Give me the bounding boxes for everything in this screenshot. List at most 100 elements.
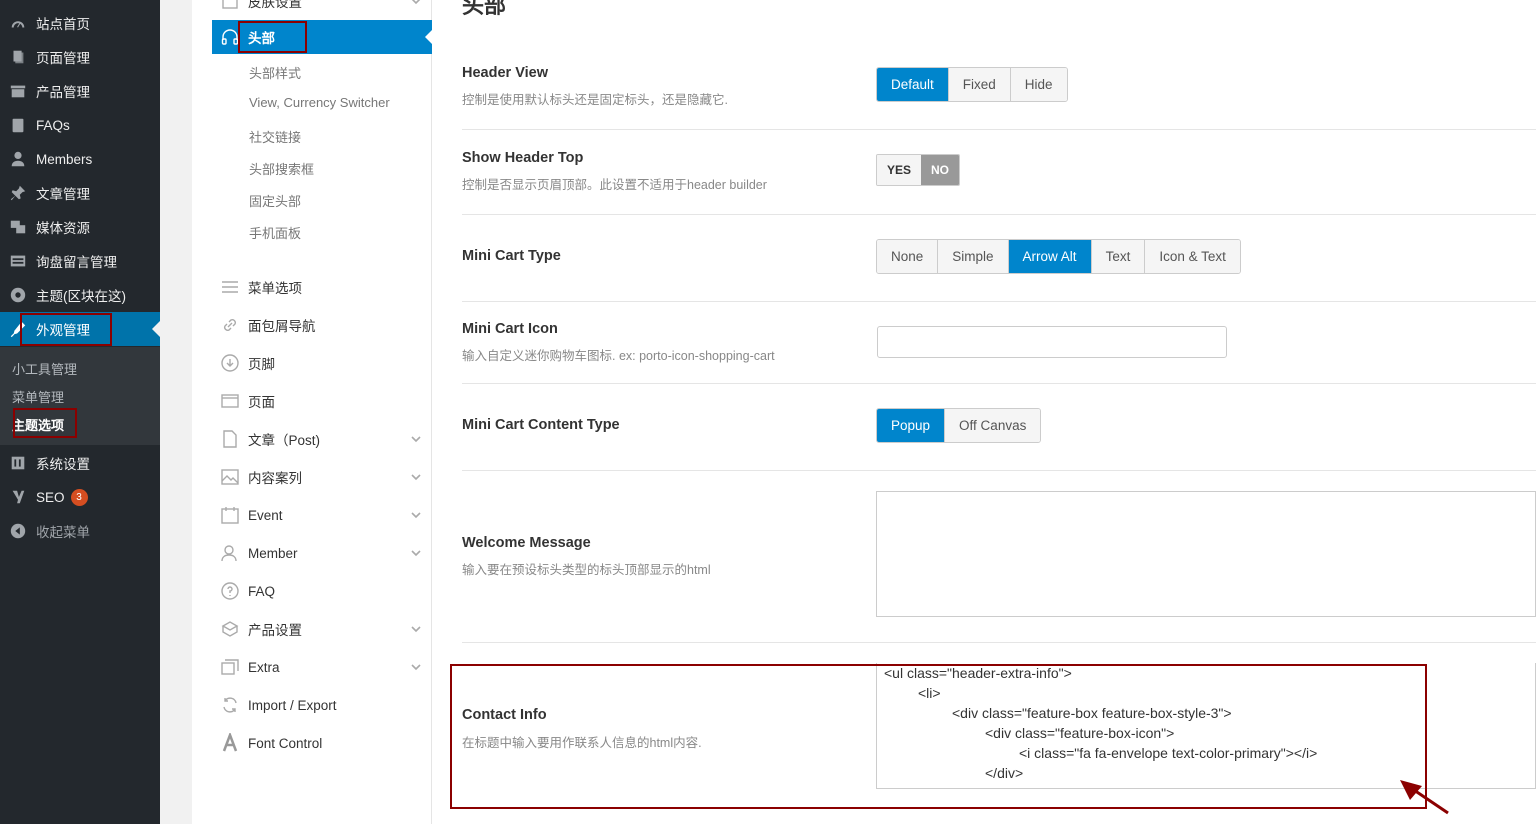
- wp-menu-settings[interactable]: 系统设置: [0, 446, 160, 480]
- wp-submenu-menus[interactable]: 菜单管理: [12, 387, 64, 406]
- wp-menu-label: 媒体资源: [36, 221, 90, 236]
- nav-post[interactable]: 文章（Post): [212, 422, 432, 456]
- nav-label: 页脚: [248, 357, 275, 372]
- toggle-no[interactable]: NO: [921, 155, 960, 185]
- seo-icon: [0, 488, 36, 506]
- wp-menu-pages[interactable]: 页面管理: [0, 40, 160, 74]
- wp-menu-theme[interactable]: 主题(区块在这): [0, 278, 160, 312]
- nav-extra[interactable]: Extra: [212, 650, 432, 684]
- faq-book-icon: [0, 116, 36, 134]
- nav-sub-sticky-header[interactable]: 固定头部: [249, 191, 301, 210]
- wp-menu-label: 收起菜单: [36, 525, 90, 540]
- header-view-default-button[interactable]: Default: [877, 68, 949, 101]
- chevron-down-icon: [410, 509, 422, 524]
- option-title: Mini Cart Content Type: [462, 417, 620, 433]
- option-mini-cart-icon: Mini Cart Icon 输入自定义迷你购物车图标. ex: porto-i…: [462, 302, 1536, 384]
- menu-icon: [212, 277, 248, 297]
- nav-label: 文章（Post): [248, 433, 321, 448]
- nav-sub-header-style[interactable]: 头部样式: [249, 63, 301, 82]
- wp-menu-media[interactable]: 媒体资源: [0, 210, 160, 244]
- option-desc: 控制是否显示页眉顶部。此设置不适用于header builder: [462, 178, 767, 192]
- content-type-off-canvas-button[interactable]: Off Canvas: [945, 409, 1041, 442]
- wp-menu-label: 询盘留言管理: [36, 255, 117, 270]
- nav-label: Extra: [248, 659, 280, 675]
- mini-cart-arrow-alt-button[interactable]: Arrow Alt: [1008, 240, 1092, 273]
- nav-footer[interactable]: 页脚: [212, 346, 432, 380]
- wp-submenu-widgets[interactable]: 小工具管理: [12, 359, 77, 378]
- nav-font-control[interactable]: Font Control: [212, 726, 432, 760]
- nav-sub-social-links[interactable]: 社交链接: [249, 127, 301, 146]
- chevron-down-icon: [410, 547, 422, 562]
- pin-icon: [0, 184, 36, 202]
- wp-menu-label: Members: [36, 151, 93, 167]
- nav-portfolio[interactable]: 内容案列: [212, 460, 432, 494]
- chevron-down-icon: [410, 0, 422, 10]
- mini-cart-text-button[interactable]: Text: [1091, 240, 1146, 273]
- mini-cart-icon-input[interactable]: [877, 326, 1227, 358]
- welcome-message-textarea[interactable]: [876, 491, 1536, 617]
- nav-import-export[interactable]: Import / Export: [212, 688, 432, 722]
- nav-page[interactable]: 页面: [212, 384, 432, 418]
- option-header-view: Header View 控制是使用默认标头还是固定标头，还是隐藏它. Defau…: [462, 44, 1536, 130]
- nav-menu-options[interactable]: 菜单选项: [212, 270, 432, 304]
- highlight-contact-info: [450, 664, 1427, 809]
- wp-menu-products[interactable]: 产品管理: [0, 74, 160, 108]
- nav-label: Import / Export: [248, 697, 337, 713]
- highlight-appearance: [20, 313, 112, 346]
- wp-menu-members[interactable]: Members: [0, 142, 160, 176]
- nav-label: Member: [248, 545, 298, 561]
- nav-breadcrumbs[interactable]: 面包屑导航: [212, 308, 432, 342]
- arrow-pointer-icon: [1400, 780, 1449, 815]
- section-title: 头部: [462, 0, 507, 18]
- nav-label: 菜单选项: [248, 281, 302, 296]
- skin-icon: [212, 0, 248, 11]
- nav-skin-settings[interactable]: 皮肤设置: [212, 0, 432, 18]
- highlight-theme-options: [13, 408, 77, 438]
- wp-menu-dashboard[interactable]: 站点首页: [0, 6, 160, 40]
- page-icon: [212, 391, 248, 411]
- nav-label: 内容案列: [248, 471, 302, 486]
- toggle-yes[interactable]: YES: [877, 155, 922, 185]
- wp-menu-collapse[interactable]: 收起菜单: [0, 514, 160, 548]
- wp-menu-label: 系统设置: [36, 457, 90, 472]
- nav-faq[interactable]: FAQ: [212, 574, 432, 608]
- header-view-fixed-button[interactable]: Fixed: [948, 68, 1011, 101]
- header-view-hide-button[interactable]: Hide: [1010, 68, 1067, 101]
- mini-cart-icon-text-button[interactable]: Icon & Text: [1145, 240, 1240, 273]
- mini-cart-simple-button[interactable]: Simple: [938, 240, 1009, 273]
- wp-menu-label: 站点首页: [36, 17, 90, 32]
- option-desc: 输入自定义迷你购物车图标. ex: porto-icon-shopping-ca…: [462, 349, 775, 363]
- nav-sub-mobile-panel[interactable]: 手机面板: [249, 223, 301, 242]
- mini-cart-type-buttons: None Simple Arrow Alt Text Icon & Text: [876, 239, 1241, 274]
- wp-menu-label: 产品管理: [36, 85, 90, 100]
- highlight-header-tab: [238, 21, 307, 53]
- member-icon: [212, 543, 248, 563]
- content-type-popup-button[interactable]: Popup: [877, 409, 946, 442]
- wp-menu-label: 主题(区块在这): [36, 289, 126, 304]
- theme-options-nav: 皮肤设置 头部 头部样式 View, Currency Switcher 社交链…: [192, 0, 432, 824]
- event-icon: [212, 505, 248, 525]
- nav-event[interactable]: Event: [212, 498, 432, 532]
- extra-icon: [212, 657, 248, 677]
- show-header-top-toggle[interactable]: YES NO: [876, 154, 961, 186]
- option-welcome-message: Welcome Message 输入要在预设标头类型的标头顶部显示的html: [462, 471, 1536, 643]
- post-icon: [212, 429, 248, 449]
- font-icon: [212, 733, 248, 753]
- nav-member[interactable]: Member: [212, 536, 432, 570]
- option-title: Mini Cart Icon: [462, 321, 558, 337]
- option-mini-cart-content-type: Mini Cart Content Type Popup Off Canvas: [462, 384, 1536, 471]
- nav-sub-header-search[interactable]: 头部搜索框: [249, 159, 314, 178]
- mini-cart-none-button[interactable]: None: [877, 240, 939, 273]
- nav-product-settings[interactable]: 产品设置: [212, 612, 432, 646]
- wp-menu-label: FAQs: [36, 117, 70, 133]
- header-view-buttons: Default Fixed Hide: [876, 67, 1068, 102]
- wp-menu-label: SEO: [36, 489, 65, 505]
- wp-menu-faqs[interactable]: FAQs: [0, 108, 160, 142]
- wp-menu-inquiries[interactable]: 询盘留言管理: [0, 244, 160, 278]
- products-icon: [0, 82, 36, 100]
- wp-menu-posts[interactable]: 文章管理: [0, 176, 160, 210]
- nav-sub-currency-switcher[interactable]: View, Currency Switcher: [249, 95, 390, 110]
- wp-menu-seo[interactable]: SEO 3: [0, 480, 160, 514]
- options-content: 头部 Header View 控制是使用默认标头还是固定标头，还是隐藏它. De…: [432, 0, 1536, 824]
- wp-menu-label: 文章管理: [36, 187, 90, 202]
